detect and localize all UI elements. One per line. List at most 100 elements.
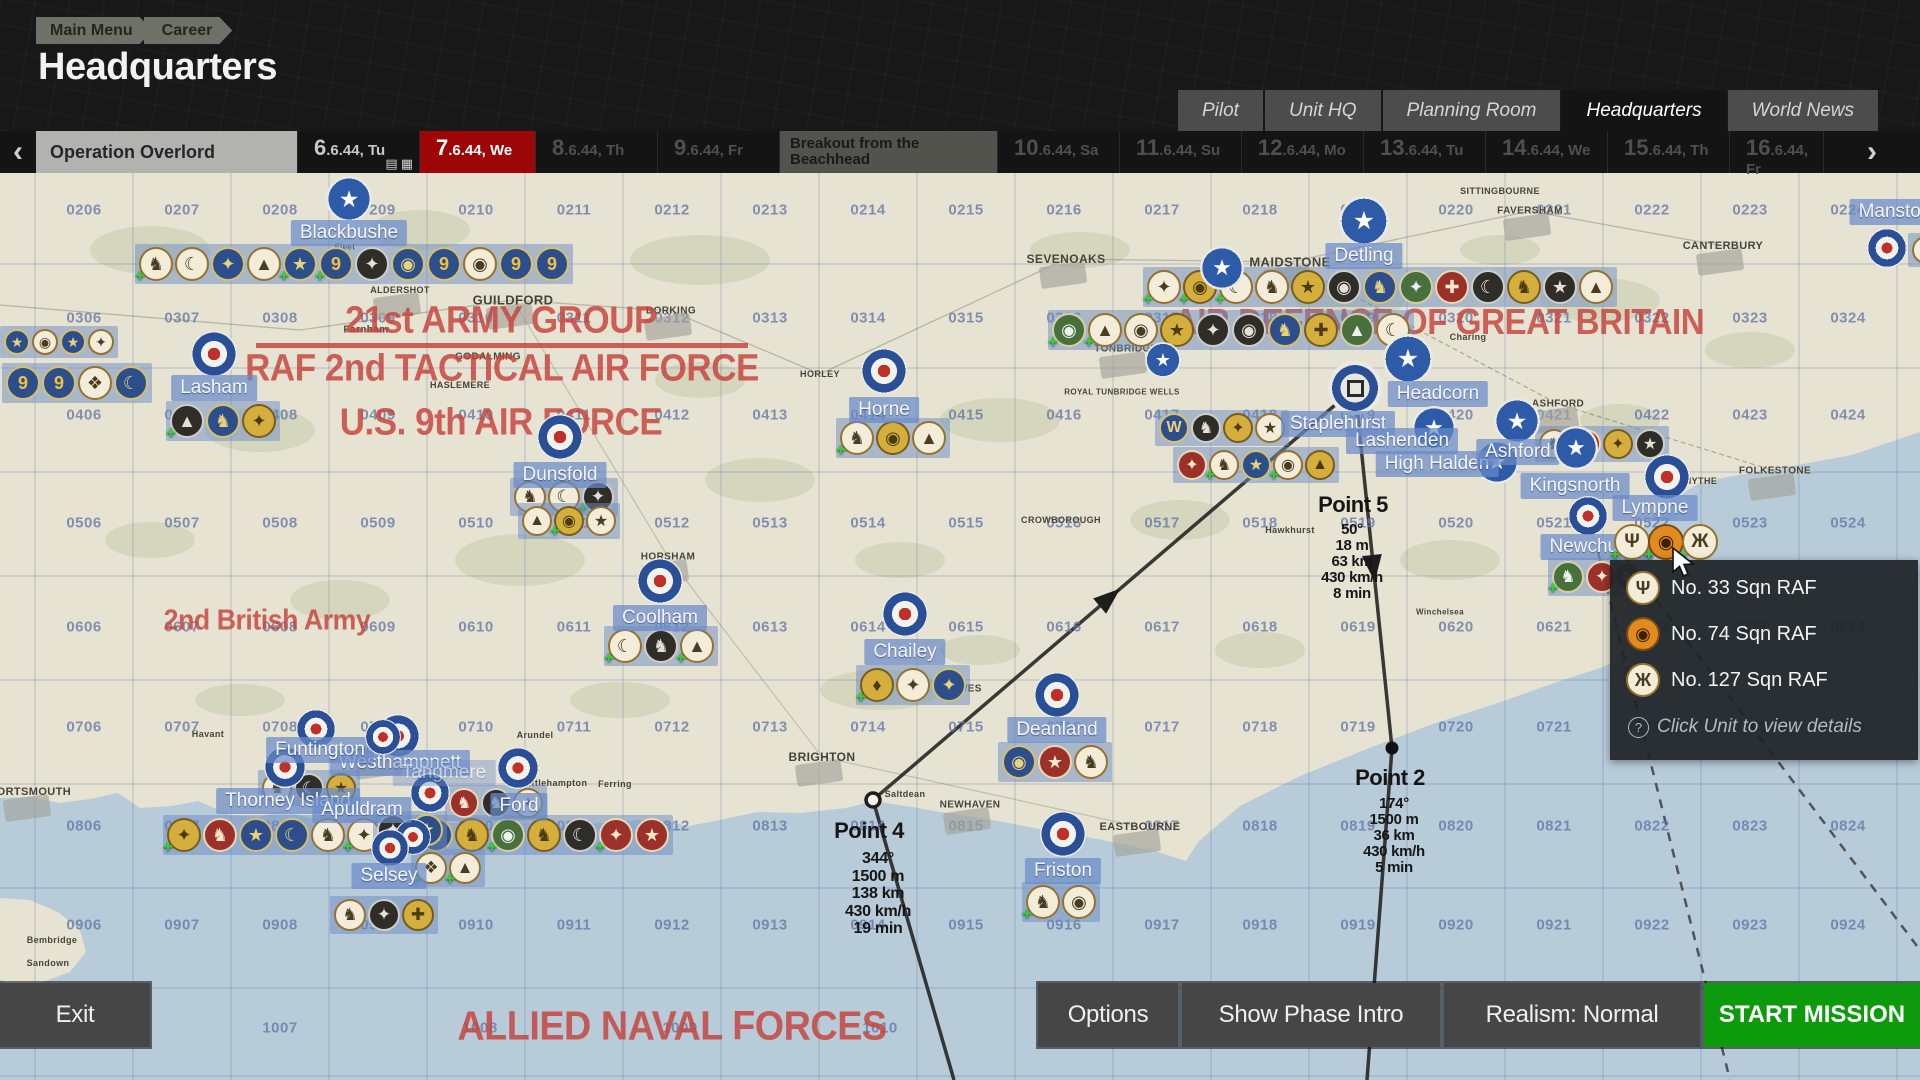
squadron-emblem[interactable]: ✦	[1223, 413, 1253, 443]
squadron-emblem[interactable]: ✚	[402, 899, 434, 931]
squadron-emblem[interactable]: ◉	[1002, 745, 1036, 779]
start-mission-button[interactable]: START MISSION	[1704, 983, 1920, 1047]
timeline-day-14-6-44-we[interactable]: 14.6.44, We	[1486, 131, 1608, 173]
squadron-emblem[interactable]: ☾	[1471, 270, 1505, 304]
timeline-day-12-6-44-mo[interactable]: 12.6.44, Mo	[1242, 131, 1364, 173]
airfield-marker-dunsfold[interactable]	[537, 414, 583, 460]
squadron-emblem[interactable]: ♦+	[860, 668, 894, 702]
airfield-marker-lympne[interactable]	[1644, 454, 1690, 500]
squadron-emblem[interactable]: ◉+	[1052, 313, 1086, 347]
squadron-emblem[interactable]: ♞+	[1209, 450, 1239, 480]
airfield-label-lasham[interactable]: Lasham	[171, 375, 257, 401]
airfield-label-manston[interactable]: Manston	[1850, 199, 1920, 225]
squadron-emblem[interactable]: 9	[427, 247, 461, 281]
squadron-emblem[interactable]: ◉	[1124, 313, 1158, 347]
squadron-emblem[interactable]: ✦	[1196, 313, 1230, 347]
airfield-marker-coolham[interactable]	[637, 558, 683, 604]
squadron-emblem[interactable]: ♞	[1912, 236, 1920, 264]
squadron-emblem[interactable]: ✚	[1435, 270, 1469, 304]
squadron-emblem[interactable]: ▲	[247, 247, 281, 281]
timeline-day-16-6-44-fr[interactable]: 16.6.44, Fr	[1730, 131, 1824, 173]
squadron-emblem[interactable]: ▲+	[680, 629, 714, 663]
squadron-emblem[interactable]: ♞	[1507, 270, 1541, 304]
realism-button[interactable]: Realism: Normal	[1444, 983, 1700, 1047]
squadron-emblem[interactable]: ✦	[242, 404, 276, 438]
squadron-emblem[interactable]: ◉+	[1273, 450, 1303, 480]
airfield-label-lympne[interactable]: Lympne	[1613, 495, 1698, 521]
squadron-emblem[interactable]: ✦	[1603, 429, 1633, 459]
timeline-day-7-6-44-we[interactable]: 7.6.44, We	[420, 131, 536, 173]
squadron-emblem[interactable]: ★	[4, 329, 30, 355]
airfield-label-funtington[interactable]: Funtington	[266, 737, 374, 763]
tooltip-unit-no-74-sqn-raf[interactable]: ◉No. 74 Sqn RAF	[1626, 616, 1918, 652]
squadron-emblem[interactable]: ♞	[455, 818, 489, 852]
squadron-emblem[interactable]: ◉	[32, 329, 58, 355]
squadron-emblem[interactable]: ✦	[1399, 270, 1433, 304]
tab-pilot[interactable]: Pilot	[1178, 90, 1263, 131]
airfield-marker-selsey[interactable]	[371, 829, 409, 867]
airfield-marker[interactable]: ★	[1145, 342, 1181, 378]
squadron-emblem[interactable]: ★	[1241, 450, 1271, 480]
airfield-label-chailey[interactable]: Chailey	[864, 639, 945, 665]
timeline-day-9-6-44-fr[interactable]: 9.6.44, Fr	[658, 131, 780, 173]
timeline-day-13-6-44-tu[interactable]: 13.6.44, Tu	[1364, 131, 1486, 173]
squadron-emblem[interactable]: ▲	[1579, 270, 1613, 304]
squadron-emblem[interactable]: ✦	[896, 668, 930, 702]
airfield-marker-deanland[interactable]	[1034, 672, 1080, 718]
timeline-next-button[interactable]: ›	[1824, 131, 1920, 173]
exit-button[interactable]: Exit	[0, 983, 150, 1047]
airfield-label-detling[interactable]: Detling	[1325, 243, 1402, 269]
squadron-emblem[interactable]: ✦	[932, 668, 966, 702]
squadron-emblem[interactable]: ◉	[1232, 313, 1266, 347]
squadron-emblem[interactable]: ♞+	[139, 247, 173, 281]
airfield-label-horne[interactable]: Horne	[849, 397, 919, 423]
squadron-emblem[interactable]: 9	[535, 247, 569, 281]
timeline-day-8-6-44-th[interactable]: 8.6.44, Th	[536, 131, 658, 173]
squadron-emblem[interactable]: ♞	[1191, 413, 1221, 443]
squadron-emblem[interactable]: ★	[1038, 745, 1072, 779]
tab-headquarters[interactable]: Headquarters	[1562, 90, 1725, 131]
timeline-prev-button[interactable]: ‹	[0, 131, 36, 173]
squadron-emblem[interactable]: ◉+	[554, 506, 584, 536]
breadcrumb-item-career[interactable]: Career	[144, 17, 233, 44]
airfield-marker-lasham[interactable]	[191, 331, 237, 377]
squadron-emblem[interactable]: ★	[635, 818, 669, 852]
squadron-emblem[interactable]: ▲+	[1088, 313, 1122, 347]
squadron-emblem[interactable]: 9	[42, 366, 76, 400]
squadron-emblem[interactable]: ✦	[211, 247, 245, 281]
airfield-marker-detling[interactable]: ★	[1339, 196, 1389, 246]
timeline-day-10-6-44-sa[interactable]: 10.6.44, Sa	[998, 131, 1120, 173]
airfield-label-dunsfold[interactable]: Dunsfold	[514, 462, 607, 488]
airfield-label-ashford[interactable]: Ashford	[1476, 439, 1559, 465]
airfield-label-coolham[interactable]: Coolham	[613, 605, 707, 631]
squadron-emblem[interactable]: ♞	[1363, 270, 1397, 304]
squadron-emblem[interactable]: ★	[1543, 270, 1577, 304]
airfield-marker-kingsnorth[interactable]: ★	[1554, 426, 1598, 470]
timeline-day-15-6-44-th[interactable]: 15.6.44, Th	[1608, 131, 1730, 173]
squadron-emblem[interactable]: ▲	[1340, 313, 1374, 347]
squadron-emblem[interactable]: ◉	[391, 247, 425, 281]
squadron-emblem[interactable]: ♞	[449, 788, 479, 818]
squadron-emblem[interactable]: ▲	[1305, 450, 1335, 480]
squadron-emblem[interactable]: ▲	[912, 421, 946, 455]
airfield-label-deanland[interactable]: Deanland	[1007, 717, 1106, 743]
squadron-emblem[interactable]: ✦+	[1147, 270, 1181, 304]
timeline-day-6-6-44-tu[interactable]: 6.6.44, Tu▤▦	[298, 131, 420, 173]
squadron-emblem[interactable]: ♞	[334, 899, 366, 931]
squadron-emblem[interactable]: ♞	[203, 818, 237, 852]
squadron-emblem[interactable]: ✦+	[599, 818, 633, 852]
airfield-label-ford[interactable]: Ford	[490, 793, 547, 819]
squadron-emblem[interactable]: ♞	[311, 818, 345, 852]
squadron-emblem[interactable]: ▲+	[449, 852, 481, 884]
airfield-marker-ashford[interactable]: ★	[1494, 398, 1540, 444]
airfield-marker-newchurch[interactable]	[1568, 496, 1608, 536]
airfield-marker-manston[interactable]	[1867, 228, 1907, 268]
airfield-marker-blackbushe[interactable]: ★	[326, 176, 372, 222]
squadron-emblem[interactable]: ☾	[563, 818, 597, 852]
squadron-emblem[interactable]: ✦+	[167, 818, 201, 852]
squadron-emblem[interactable]: W	[1159, 413, 1189, 443]
squadron-emblem[interactable]: ◉	[876, 421, 910, 455]
squadron-emblem[interactable]: ♞+	[1552, 561, 1584, 593]
timeline-day-11-6-44-su[interactable]: 11.6.44, Su	[1120, 131, 1242, 173]
squadron-emblem[interactable]: ✦	[368, 899, 400, 931]
